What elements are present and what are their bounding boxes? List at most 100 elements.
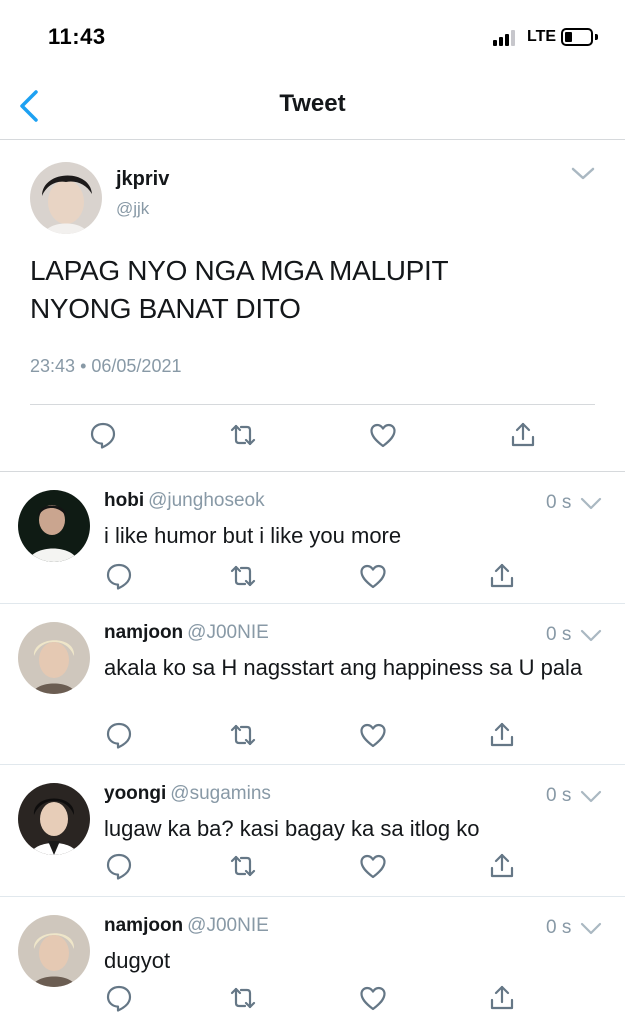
reply-author-name[interactable]: namjoon [104,622,183,643]
retweet-button[interactable] [228,851,258,881]
chevron-down-icon [580,497,602,510]
reply-time: 0 s [546,624,572,645]
heart-icon [360,986,386,1011]
comment-icon [90,422,116,449]
reply-button[interactable] [104,851,134,881]
status-bar: 11:43 LTE [0,0,625,72]
avatar[interactable] [18,915,90,987]
tweet-timestamp: 23:43 • 06/05/2021 [30,356,181,377]
share-icon [490,985,514,1010]
comment-icon [106,722,132,749]
retweet-button[interactable] [228,420,258,450]
retweet-button[interactable] [228,561,258,591]
reply-actions [0,720,625,750]
author-handle[interactable]: @jjk [116,199,149,219]
reply-author-handle[interactable]: @J00NIE [187,915,269,936]
reply-author-handle[interactable]: @sugamins [170,783,271,804]
reply-author-handle[interactable]: @J00NIE [187,622,269,643]
reply-tweet[interactable]: namjoon @J00NIE 0 s akala ko sa H nagssta… [0,604,625,765]
avatar[interactable] [18,783,90,855]
reply-menu-button[interactable] [580,496,602,512]
reply-tweet[interactable]: yoongi @sugamins 0 s lugaw ka ba? kasi ba… [0,765,625,897]
reply-time: 0 s [546,492,572,513]
tweet-text-line: NYONG BANAT DITO [30,293,301,324]
heart-icon [360,564,386,589]
like-button[interactable] [358,851,388,881]
reply-button[interactable] [104,720,134,750]
reply-menu-button[interactable] [580,921,602,937]
tweet-date: 06/05/2021 [91,356,182,376]
reply-tweet[interactable]: namjoon @J00NIE 0 s dugyot [0,897,625,1024]
reply-author-name[interactable]: namjoon [104,915,183,936]
avatar[interactable] [18,622,90,694]
meta-separator: • [80,356,87,376]
tweet-actions [0,420,625,454]
reply-button[interactable] [88,420,118,450]
share-button[interactable] [487,851,517,881]
avatar[interactable] [18,490,90,562]
reply-time: 0 s [546,785,572,806]
reply-header: namjoon @J00NIE [104,915,269,937]
like-button[interactable] [358,720,388,750]
reply-text: akala ko sa H nagsstart ang happiness sa… [104,655,583,680]
reply-button[interactable] [104,983,134,1013]
retweet-button[interactable] [228,983,258,1013]
reply-header: yoongi @sugamins [104,783,271,805]
chevron-down-icon [571,167,595,180]
page-title: Tweet [279,90,346,117]
tweet-menu-button[interactable] [570,164,596,184]
like-button[interactable] [368,420,398,450]
comment-icon [106,853,132,880]
share-icon [490,853,514,878]
reply-actions [0,983,625,1013]
heart-icon [370,423,396,448]
main-tweet: jkpriv @jjk LAPAG NYO NGA MGA MALUPIT NY… [0,140,625,472]
share-button[interactable] [487,720,517,750]
reply-actions [0,851,625,881]
retweet-icon [230,724,256,746]
reply-header: namjoon @J00NIE [104,622,269,644]
reply-author-name[interactable]: yoongi [104,783,166,804]
heart-icon [360,854,386,879]
divider [30,404,595,405]
retweet-icon [230,424,256,446]
network-label: LTE [527,28,557,45]
share-button[interactable] [487,561,517,591]
reply-button[interactable] [104,561,134,591]
reply-author-handle[interactable]: @junghoseok [148,490,264,511]
status-time: 11:43 [48,24,106,49]
tweet-time: 23:43 [30,356,76,376]
reply-text: lugaw ka ba? kasi bagay ka sa itlog ko [104,816,480,841]
share-icon [490,563,514,588]
battery-icon [561,28,593,46]
chevron-down-icon [580,790,602,803]
comment-icon [106,985,132,1012]
chevron-down-icon [580,922,602,935]
retweet-icon [230,565,256,587]
retweet-icon [230,855,256,877]
reply-text: dugyot [104,948,171,973]
reply-menu-button[interactable] [580,789,602,805]
avatar[interactable] [30,162,102,234]
tweet-text-line: LAPAG NYO NGA MGA MALUPIT [30,255,449,286]
share-icon [490,722,514,747]
chevron-down-icon [580,629,602,642]
heart-icon [360,723,386,748]
share-button[interactable] [508,420,538,450]
battery-tip [595,34,598,40]
reply-text: i like humor but i like you more [104,523,402,548]
reply-header: hobi @junghoseok [104,490,265,512]
like-button[interactable] [358,561,388,591]
tweet-text: LAPAG NYO NGA MGA MALUPIT NYONG BANAT DI… [30,252,590,328]
share-button[interactable] [487,983,517,1013]
reply-tweet[interactable]: hobi @junghoseok 0 s i like humor but i l… [0,472,625,604]
author-name[interactable]: jkpriv [116,168,169,191]
reply-menu-button[interactable] [580,628,602,644]
retweet-button[interactable] [228,720,258,750]
reply-time: 0 s [546,917,572,938]
like-button[interactable] [358,983,388,1013]
nav-bar: Tweet [0,72,625,140]
signal-icon [493,30,517,46]
reply-actions [0,561,625,591]
reply-author-name[interactable]: hobi [104,490,144,511]
